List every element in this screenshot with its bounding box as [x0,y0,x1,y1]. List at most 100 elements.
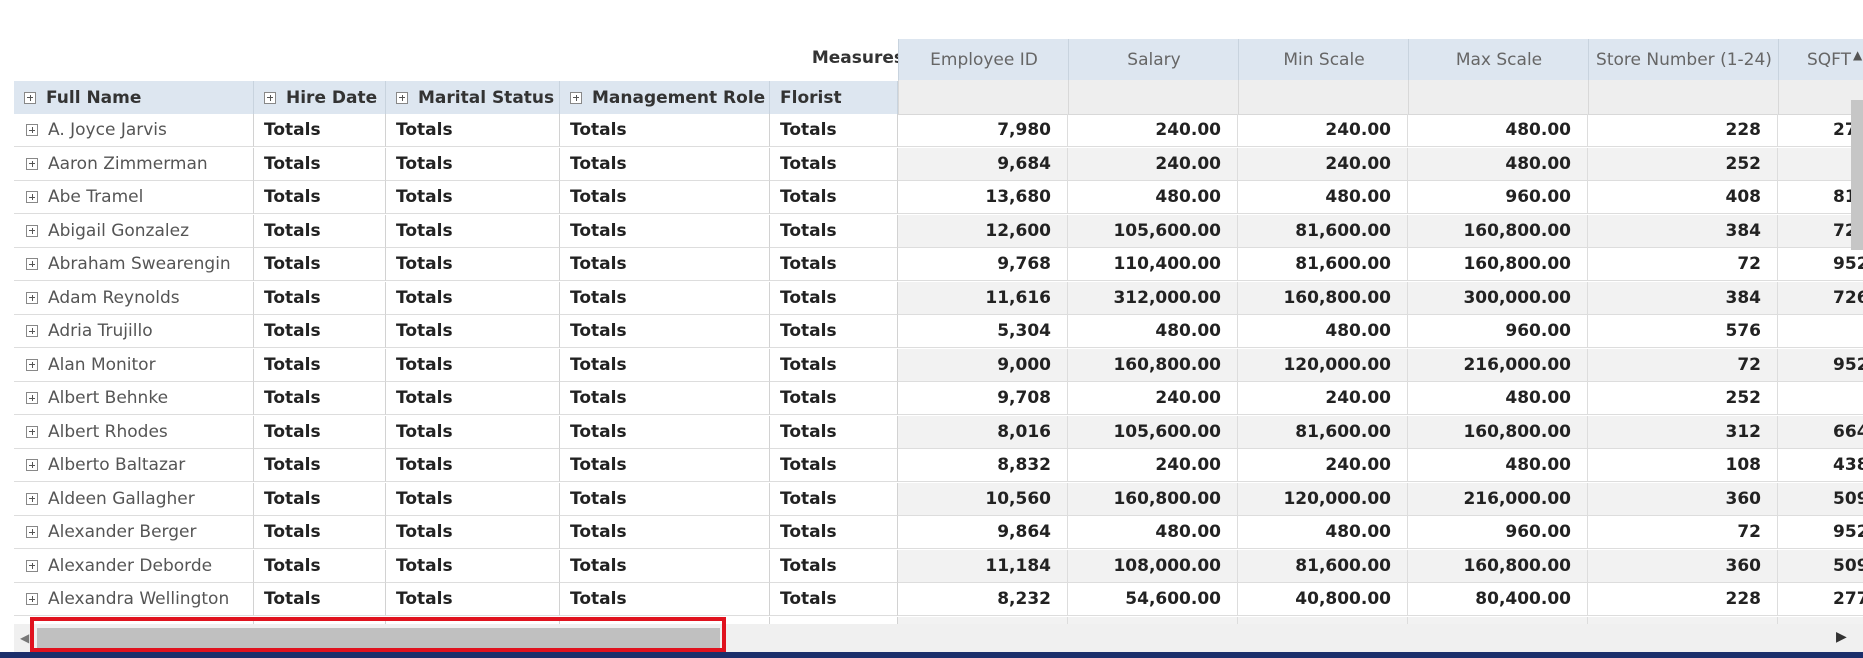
row-name-cell[interactable]: Albert Rhodes [14,415,254,449]
value-cell-max-scale: 960.00 [1408,516,1588,549]
expand-icon[interactable] [26,291,38,304]
row-name-cell[interactable]: Adam Reynolds [14,281,254,315]
row-name-cell[interactable]: Alberto Baltazar [14,449,254,482]
expand-icon[interactable] [26,425,38,438]
value-cell-employee-id: 11,184 [898,549,1068,583]
table-row: Alexander Berger Totals Totals Totals Totals… [14,516,1863,549]
dimension-header-marital-status[interactable]: Marital Status [386,81,560,114]
expand-icon[interactable] [26,559,38,572]
dimension-cell-management-role: Totals [560,382,770,415]
value-cell-store-number: 576 [1588,616,1778,624]
value-cell-salary: 312,000.00 [1068,281,1238,315]
scroll-up-icon[interactable]: ▲ [1853,48,1862,62]
value-cell-store-number: 360 [1588,482,1778,516]
expand-icon[interactable] [26,325,38,337]
row-name-cell[interactable]: Alexandra Wellington [14,583,254,616]
measure-header-sqft[interactable]: SQFT [1778,39,1863,80]
scroll-left-icon[interactable]: ◀ [20,631,29,645]
vertical-scrollbar-thumb[interactable] [1851,100,1863,250]
row-name-cell[interactable]: Alexander Deborde [14,549,254,583]
value-cell-store-number: 228 [1588,114,1778,147]
value-cell-min-scale: 240.00 [1238,449,1408,482]
dimension-cell-marital-status: Totals [386,415,560,449]
expand-icon[interactable] [396,91,408,104]
dimension-cell-hire-date: Totals [254,214,386,248]
expand-icon[interactable] [26,459,38,471]
dimension-cell-florist: Totals [770,382,898,415]
dimension-cell-florist: Totals [770,348,898,382]
value-cell-min-scale: 120,000.00 [1238,482,1408,516]
dimension-header-label: Florist [780,87,842,108]
dimension-cell-florist: Totals [770,114,898,147]
dimension-header-florist[interactable]: Florist [770,81,898,114]
expand-icon[interactable] [26,392,38,404]
value-cell-max-scale: 216,000.00 [1408,348,1588,382]
dimension-cell-hire-date: Totals [254,516,386,549]
measure-header-max-scale[interactable]: Max Scale [1408,39,1589,80]
row-name-label: Adam Reynolds [48,287,180,308]
measure-header-min-scale[interactable]: Min Scale [1238,39,1409,80]
expand-icon[interactable] [26,258,38,270]
expand-icon[interactable] [26,191,38,203]
expand-icon[interactable] [26,593,38,605]
dimension-cell-management-role: Totals [560,281,770,315]
dimension-header-management-role[interactable]: Management Role [560,81,770,114]
row-name-cell[interactable]: Aaron Zimmerman [14,147,254,181]
value-cell-employee-id: 9,000 [898,348,1068,382]
expand-icon[interactable] [26,526,38,538]
value-cell-min-scale: 240.00 [1238,382,1408,415]
expand-icon[interactable] [26,492,38,505]
dimension-cell-florist: Totals [770,415,898,449]
value-cell-min-scale: 480.00 [1238,315,1408,348]
row-name-label: Adria Trujillo [48,321,153,341]
table-row: Abe Tramel Totals Totals Totals Totals 13,680… [14,181,1863,214]
row-name-cell[interactable]: A. Joyce Jarvis [14,114,254,147]
value-cell-sqft: 726, [1778,281,1863,315]
value-cell-salary: 240.00 [1068,147,1238,181]
dimension-header-label: Management Role [592,87,766,108]
dimension-cell-marital-status: Totals [386,214,560,248]
expand-icon[interactable] [26,224,38,237]
dimension-header-label: Full Name [46,87,142,108]
row-name-label: Alexander Berger [48,522,197,542]
expand-icon[interactable] [570,91,582,104]
value-cell-employee-id: 9,768 [898,248,1068,281]
table-row: Alexander Deborde Totals Totals Totals Total… [14,549,1863,583]
row-name-cell[interactable]: Abigail Gonzalez [14,214,254,248]
row-name-cell[interactable]: Alexander Berger [14,516,254,549]
table-row: Alan Monitor Totals Totals Totals Totals 9,00… [14,348,1863,382]
dimension-header-hire-date[interactable]: Hire Date [254,81,386,114]
dimension-header-full-name[interactable]: Full Name [14,81,254,114]
row-name-label: Alexander Deborde [48,555,213,576]
value-cell-employee-id: 8,016 [898,415,1068,449]
expand-icon[interactable] [24,91,36,104]
row-name-cell[interactable]: Adria Trujillo [14,315,254,348]
expand-icon[interactable] [26,124,38,136]
value-cell-store-number: 72 [1588,348,1778,382]
measure-header-salary[interactable]: Salary [1068,39,1239,80]
row-name-cell[interactable]: Abe Tramel [14,181,254,214]
dimension-cell-hire-date: Totals [254,315,386,348]
pivot-body: A. Joyce Jarvis Totals Totals Totals Totals 7… [14,114,1863,624]
row-name-label: Abe Tramel [48,187,144,207]
measure-header-store-number[interactable]: Store Number (1-24) [1588,39,1779,80]
expand-icon[interactable] [26,157,38,170]
dimension-cell-hire-date: Totals [254,248,386,281]
value-cell-max-scale: 216,000.00 [1408,482,1588,516]
dimension-header-label: Hire Date [286,87,378,108]
measure-header-employee-id[interactable]: Employee ID [898,39,1069,80]
row-name-cell[interactable]: Abraham Swearengin [14,248,254,281]
row-name-label: Aldeen Gallagher [48,488,195,509]
value-cell-min-scale: 81,600.00 [1238,214,1408,248]
dimension-cell-management-role: Totals [560,214,770,248]
dimension-cell-management-role: Totals [560,248,770,281]
scroll-right-icon[interactable]: ▶ [1836,629,1847,645]
value-cell-sqft: 952, [1778,516,1863,549]
dimension-cell-florist: Totals [770,315,898,348]
row-name-cell[interactable]: Aldeen Gallagher [14,482,254,516]
expand-icon[interactable] [264,91,276,104]
expand-icon[interactable] [26,358,38,371]
value-cell-employee-id: 5,160 [898,616,1068,624]
row-name-cell[interactable]: Albert Behnke [14,382,254,415]
row-name-cell[interactable]: Alan Monitor [14,348,254,382]
